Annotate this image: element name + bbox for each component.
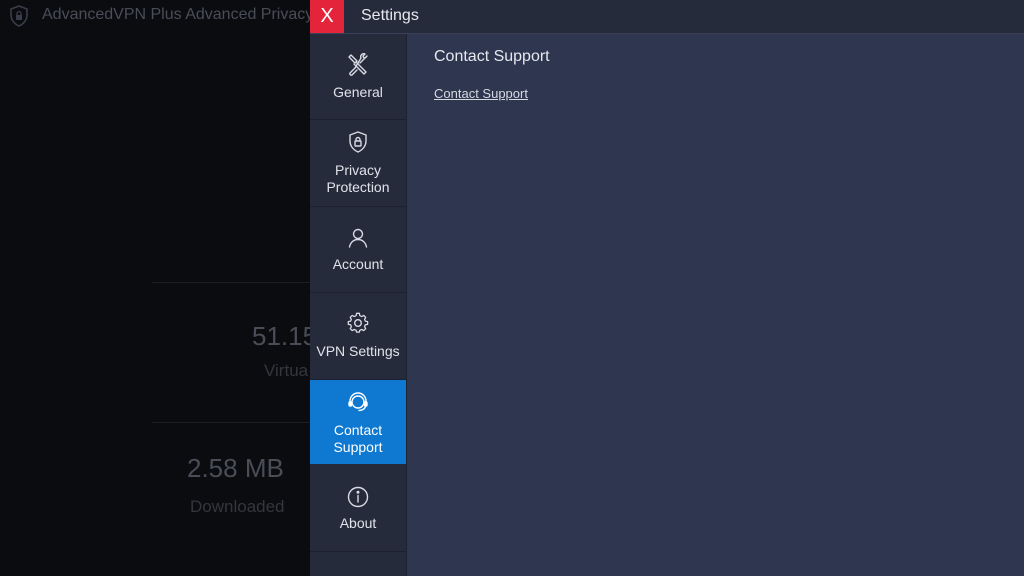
background-titlebar: AdvancedVPN Plus Advanced Privacy C [0, 0, 310, 33]
sidebar-item-label: Privacy Protection [326, 162, 390, 195]
background-stat-label: Downloaded [190, 497, 285, 516]
settings-title: Settings [361, 7, 419, 24]
user-icon [348, 228, 368, 248]
shield-logo-icon [10, 5, 28, 27]
background-stat-value: 51.15 [252, 321, 310, 351]
background-stat-label: Virtua [264, 361, 309, 380]
background-divider [152, 422, 310, 423]
contact-support-link[interactable]: Contact Support [434, 86, 528, 101]
sidebar-item-privacy-protection[interactable]: Privacy Protection [310, 120, 406, 207]
close-button[interactable]: X [310, 0, 344, 33]
gear-icon [347, 312, 369, 333]
background-stat-value: 2.58 MB [187, 453, 284, 483]
background-main-window: AdvancedVPN Plus Advanced Privacy C 51.1… [0, 0, 310, 576]
sidebar-item-about[interactable]: About [310, 464, 406, 552]
settings-content: Contact Support Contact Support [434, 48, 550, 101]
settings-header: X Settings [310, 0, 1024, 34]
tools-icon [348, 53, 368, 76]
background-divider [152, 282, 310, 283]
sidebar-item-label: Contact Support [333, 422, 383, 455]
sidebar-item-label: General [333, 84, 383, 100]
sidebar-item-vpn-settings[interactable]: VPN Settings [310, 293, 406, 380]
settings-panel: X Settings General Privacy Protection Ac… [310, 0, 1024, 576]
sidebar-item-general[interactable]: General [310, 34, 406, 120]
settings-sidebar: General Privacy Protection Account VPN S… [310, 34, 407, 576]
sidebar-item-label: VPN Settings [316, 343, 400, 359]
page-title: Contact Support [434, 48, 550, 65]
sidebar-item-contact-support[interactable]: Contact Support [310, 380, 406, 464]
headset-icon [348, 392, 368, 412]
background-window-title: AdvancedVPN Plus Advanced Privacy C [42, 6, 310, 23]
info-icon [347, 486, 369, 508]
sidebar-item-account[interactable]: Account [310, 207, 406, 293]
sidebar-item-label: About [339, 515, 377, 531]
shield-lock-icon [349, 131, 367, 153]
sidebar-item-label: Account [332, 256, 384, 272]
